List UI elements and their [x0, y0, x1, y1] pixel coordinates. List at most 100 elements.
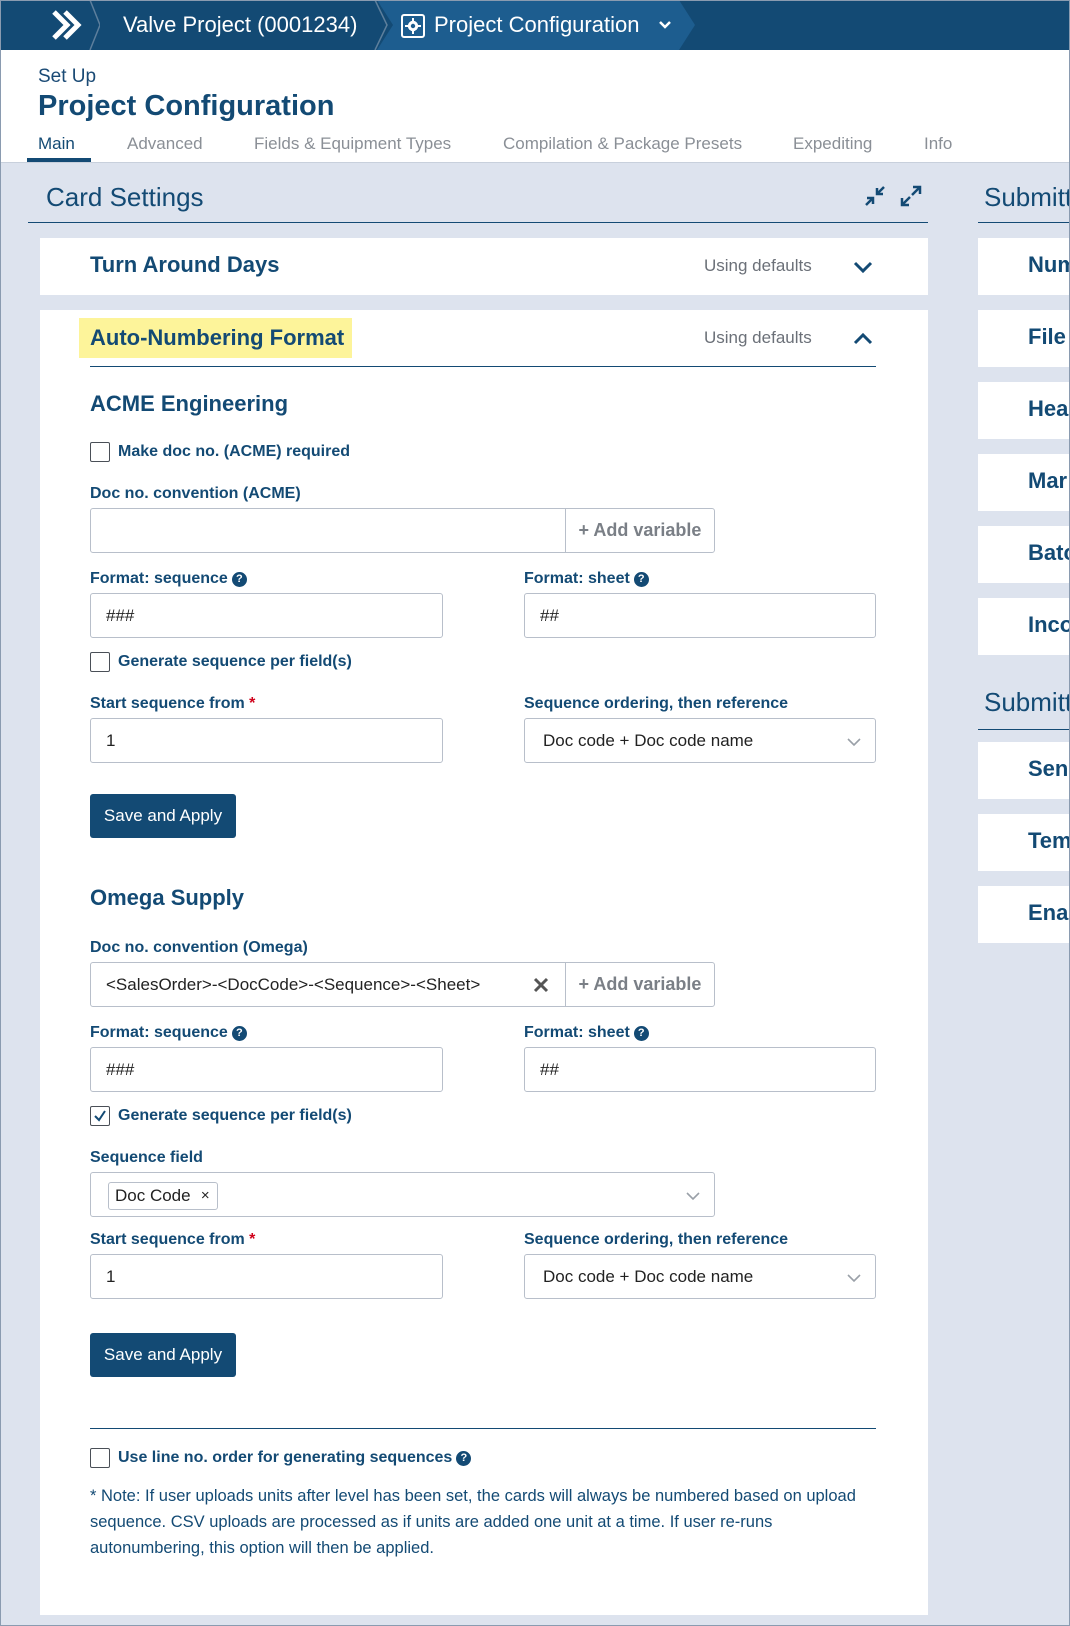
page-header: Set Up Project Configuration Main Advanc…: [0, 50, 1070, 163]
right-panel-title: Submitt: [984, 182, 1070, 212]
generate-per-field-label[interactable]: Generate sequence per field(s): [118, 653, 352, 671]
convention-input[interactable]: [90, 508, 566, 553]
tab-advanced[interactable]: Advanced: [127, 134, 203, 154]
add-variable-button[interactable]: + Add variable: [565, 508, 715, 553]
tab-bar: Main Advanced Fields & Equipment Types C…: [0, 134, 1070, 163]
sequence-ordering-select[interactable]: Doc code + Doc code name: [524, 1254, 876, 1299]
line-order-label[interactable]: Use line no. order for generating sequen…: [118, 1449, 472, 1467]
card-title: Turn Around Days: [90, 252, 280, 277]
section-title-omega: Omega Supply: [90, 885, 245, 910]
right-card[interactable]: Enal: [978, 886, 1070, 943]
start-sequence-label: Start sequence from *: [90, 695, 256, 712]
tag-label: Doc Code: [115, 1186, 191, 1205]
format-sheet-label: Format: sheet?: [524, 1024, 649, 1042]
right-panel-title: Submitt: [984, 687, 1070, 717]
format-sequence-input[interactable]: ###: [90, 593, 443, 638]
start-sequence-label: Start sequence from *: [90, 1231, 256, 1248]
right-card[interactable]: Tem: [978, 814, 1070, 871]
card-divider: [90, 366, 876, 367]
make-required-checkbox[interactable]: [90, 442, 110, 462]
page-section-label: Set Up: [38, 66, 97, 87]
select-value: Doc code + Doc code name: [543, 731, 754, 750]
sequence-ordering-select[interactable]: Doc code + Doc code name: [524, 718, 876, 763]
chevron-down-icon: [686, 1192, 700, 1201]
right-panel-divider: [978, 222, 1070, 223]
note-text: * Note: If user uploads units after leve…: [90, 1487, 856, 1557]
format-sheet-label: Format: sheet?: [524, 570, 649, 588]
right-card-label: Hea: [1028, 396, 1069, 421]
save-apply-button[interactable]: Save and Apply: [90, 1333, 236, 1377]
app-logo-icon[interactable]: [38, 0, 100, 50]
tab-fields-equipment-types[interactable]: Fields & Equipment Types: [254, 134, 451, 154]
start-sequence-input[interactable]: 1: [90, 718, 443, 763]
sequence-field-label: Sequence field: [90, 1149, 203, 1166]
clear-icon[interactable]: [531, 975, 551, 995]
add-variable-button[interactable]: + Add variable: [565, 962, 715, 1007]
sequence-ordering-label: Sequence ordering, then reference: [524, 695, 789, 712]
checkmark-icon: [94, 1110, 106, 1122]
right-card-label: Batc: [1028, 540, 1070, 565]
sequence-ordering-label: Sequence ordering, then reference: [524, 1231, 789, 1248]
right-card[interactable]: Hea: [978, 382, 1070, 439]
save-apply-button[interactable]: Save and Apply: [90, 794, 236, 838]
chevron-down-icon[interactable]: [852, 256, 874, 278]
right-card[interactable]: Inco: [978, 598, 1070, 655]
right-card[interactable]: Senc: [978, 742, 1070, 799]
auto-numbering-card: Auto-Numbering Format Using defaults ACM…: [40, 310, 928, 1615]
format-sequence-label: Format: sequence?: [90, 1024, 247, 1042]
sequence-field-select[interactable]: Doc Code ×: [90, 1172, 715, 1217]
tab-compilation-package-presets[interactable]: Compilation & Package Presets: [503, 134, 742, 154]
right-card-label: Inco: [1028, 612, 1070, 637]
right-card[interactable]: Num: [978, 238, 1070, 295]
panel-divider: [28, 222, 928, 223]
make-required-label[interactable]: Make doc no. (ACME) required: [118, 443, 350, 461]
panel-title: Card Settings: [46, 182, 204, 212]
chevron-down-icon[interactable]: [657, 17, 673, 33]
help-icon[interactable]: ?: [633, 572, 649, 587]
card-status: Using defaults: [704, 256, 812, 275]
generate-per-field-checkbox[interactable]: [90, 1106, 110, 1126]
start-sequence-input[interactable]: 1: [90, 1254, 443, 1299]
remove-tag-icon[interactable]: ×: [201, 1183, 210, 1209]
collapse-all-icon[interactable]: [864, 185, 886, 207]
convention-input[interactable]: <SalesOrder>-<DocCode>-<Sequence>-<Sheet…: [90, 962, 566, 1007]
format-sheet-input[interactable]: ##: [524, 593, 876, 638]
help-icon[interactable]: ?: [633, 1026, 649, 1041]
active-tab-indicator: [27, 158, 91, 162]
right-card[interactable]: Mar: [978, 454, 1070, 511]
chevron-up-icon[interactable]: [852, 328, 874, 350]
breadcrumb-project[interactable]: Valve Project (0001234): [123, 0, 357, 50]
chevron-down-icon: [847, 1274, 861, 1283]
right-card-label: Tem: [1028, 828, 1070, 853]
convention-value: <SalesOrder>-<DocCode>-<Sequence>-<Sheet…: [106, 975, 481, 994]
tab-main[interactable]: Main: [38, 134, 75, 154]
tab-expediting[interactable]: Expediting: [793, 134, 872, 154]
help-icon[interactable]: ?: [231, 572, 247, 587]
top-nav-bar: Valve Project (0001234) Project Configur…: [0, 0, 1070, 50]
convention-label: Doc no. convention (Omega): [90, 939, 308, 956]
card-status: Using defaults: [704, 328, 812, 347]
format-sheet-input[interactable]: ##: [524, 1047, 876, 1092]
expand-all-icon[interactable]: [900, 185, 922, 207]
line-order-checkbox[interactable]: [90, 1448, 110, 1468]
right-card-label: Senc: [1028, 756, 1070, 781]
breadcrumb-page[interactable]: Project Configuration: [434, 0, 639, 50]
card-title[interactable]: Auto-Numbering Format: [90, 325, 344, 351]
selected-tag: Doc Code ×: [108, 1182, 218, 1210]
section-divider: [90, 1428, 876, 1429]
header-divider: [0, 162, 1070, 163]
right-card[interactable]: Batc: [978, 526, 1070, 583]
right-card[interactable]: File: [978, 310, 1070, 367]
right-card-label: Num: [1028, 252, 1070, 277]
convention-label: Doc no. convention (ACME): [90, 485, 301, 502]
tab-info[interactable]: Info: [924, 134, 952, 154]
right-panel-divider: [978, 729, 1070, 730]
turn-around-days-card[interactable]: Turn Around Days Using defaults: [40, 238, 928, 295]
help-icon[interactable]: ?: [456, 1451, 472, 1466]
generate-per-field-checkbox[interactable]: [90, 652, 110, 672]
help-icon[interactable]: ?: [231, 1026, 247, 1041]
section-title-acme: ACME Engineering: [90, 391, 289, 416]
generate-per-field-label[interactable]: Generate sequence per field(s): [118, 1107, 352, 1125]
format-sequence-input[interactable]: ###: [90, 1047, 443, 1092]
chevron-down-icon: [847, 738, 861, 747]
